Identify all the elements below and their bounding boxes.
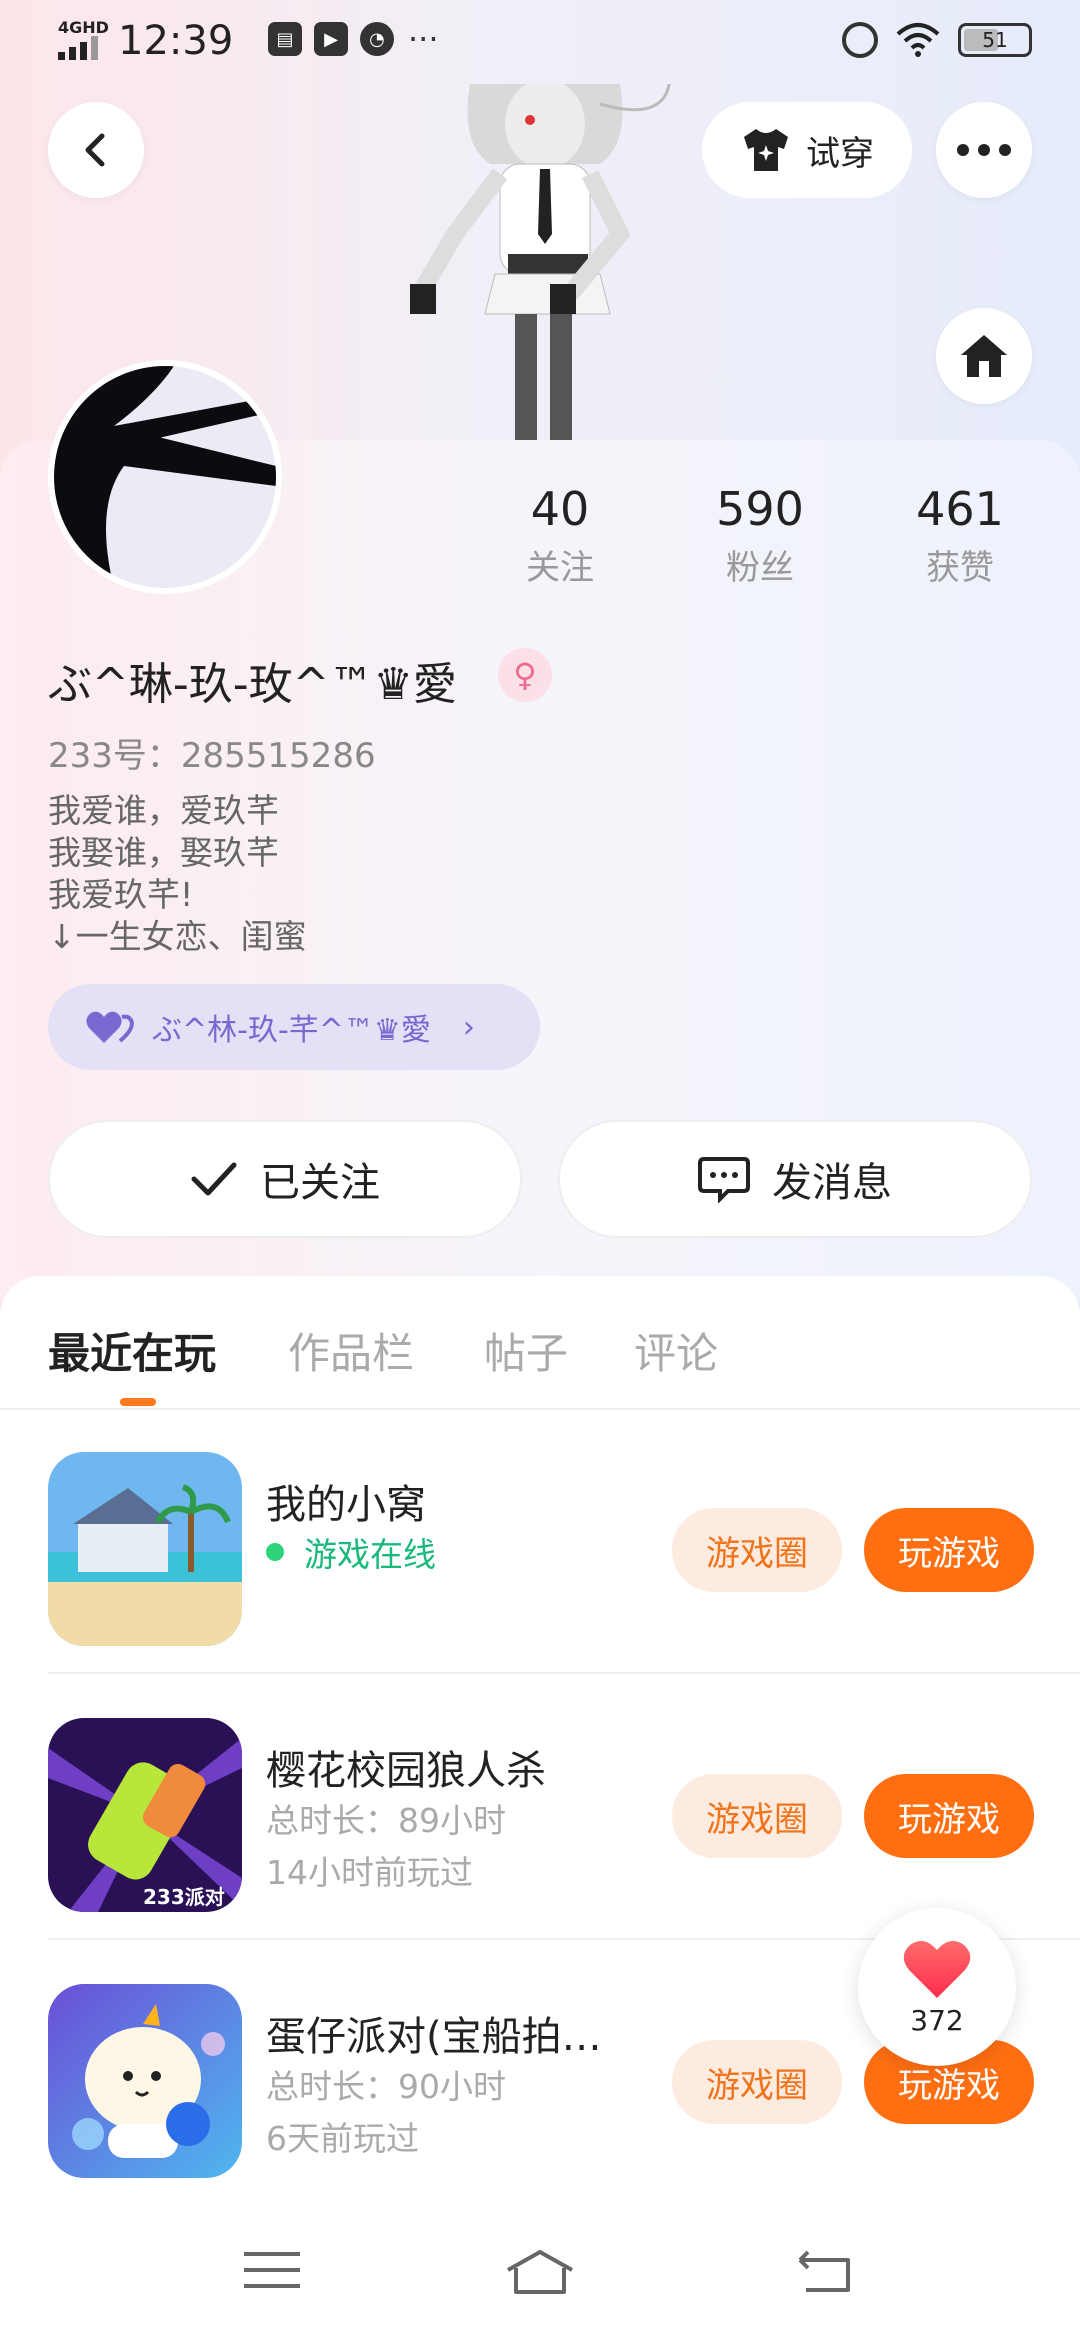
game-icon-my-nest[interactable] — [48, 1452, 242, 1646]
tab-recently-played[interactable]: 最近在玩 — [48, 1320, 216, 1381]
chevron-left-icon — [85, 133, 105, 167]
wifi-icon — [896, 23, 940, 57]
game-name: 樱花校园狼人杀 — [266, 1748, 546, 1794]
game-name: 蛋仔派对(宝船拍… — [266, 2014, 602, 2060]
checkmark-icon — [191, 1162, 237, 1196]
game-total-duration: 总时长：90小时 — [266, 2067, 506, 2106]
battery-icon: 51 — [958, 23, 1032, 57]
tab-posts[interactable]: 帖子 — [484, 1320, 568, 1381]
following-label: 关注 — [526, 548, 594, 588]
send-message-label: 发消息 — [772, 1160, 892, 1206]
game-last-played: 6天前玩过 — [266, 2119, 419, 2158]
game-list-item[interactable]: 233派对 樱花校园狼人杀 总时长：89小时 14小时前玩过 游戏圈 玩游戏 — [48, 1674, 1080, 1940]
active-tab-indicator — [120, 1398, 156, 1406]
followers-stat[interactable]: 590 粉丝 — [680, 482, 840, 589]
likes-stat[interactable]: 461 获赞 — [880, 482, 1040, 589]
play-game-button[interactable]: 玩游戏 — [864, 1508, 1034, 1592]
followed-label: 已关注 — [260, 1160, 380, 1206]
game-circle-button[interactable]: 游戏圈 — [672, 1508, 842, 1592]
like-count: 372 — [910, 2003, 964, 2037]
game-name: 我的小窝 — [266, 1482, 426, 1528]
avatar-image — [54, 366, 276, 588]
try-on-label: 试穿 — [806, 133, 874, 174]
more-notifications-icon: ··· — [408, 20, 439, 58]
following-count: 40 — [530, 482, 590, 536]
user-id[interactable]: 233号：285515286 — [48, 728, 376, 777]
game-icon-eggy-party[interactable] — [48, 1984, 242, 2178]
user-bio: 我爱谁，爱玖芊 我娶谁，娶玖芊 我爱玖芊! ↓一生女恋、闺蜜 — [48, 790, 307, 958]
signal-icon — [58, 36, 98, 60]
more-options-button[interactable] — [936, 102, 1032, 198]
tshirt-icon — [744, 129, 788, 171]
try-on-button[interactable]: 试穿 — [702, 102, 912, 198]
following-stat[interactable]: 40 关注 — [480, 482, 640, 589]
profile-stats: 40 关注 590 粉丝 461 获赞 — [480, 482, 1040, 589]
sim-card-icon: ▤ — [268, 22, 302, 56]
online-dot-icon — [266, 1543, 284, 1561]
network-type: 4GHD — [58, 18, 109, 37]
female-gender-icon: ♀ — [498, 648, 552, 702]
game-last-played: 14小时前玩过 — [266, 1853, 473, 1892]
heart-icon — [903, 1940, 971, 1998]
bio-line: ↓一生女恋、闺蜜 — [48, 917, 307, 956]
bio-line: 我爱谁，爱玖芊 — [48, 791, 279, 830]
tab-comments[interactable]: 评论 — [634, 1320, 718, 1381]
followers-count: 590 — [716, 482, 804, 536]
battery-level: 51 — [982, 28, 1008, 52]
online-status-label: 游戏在线 — [304, 1535, 436, 1574]
likes-label: 获赞 — [926, 548, 994, 588]
back-button[interactable] — [48, 102, 144, 198]
menu-icon[interactable] — [244, 2248, 300, 2292]
home-icon — [961, 335, 1007, 377]
status-time: 12:39 — [118, 18, 234, 64]
game-total-duration: 总时长：89小时 — [266, 1801, 506, 1840]
avatar[interactable] — [48, 360, 282, 594]
homepage-button[interactable] — [936, 308, 1032, 404]
send-message-button[interactable]: 发消息 — [558, 1120, 1032, 1238]
bond-label: ぶ^林-玖-芊^™♛愛 — [152, 1013, 431, 1048]
bio-line: 我爱玖芊! — [48, 875, 194, 914]
more-dots-icon — [957, 144, 1011, 156]
status-bar: 4GHD 12:39 ▤ ▶ ◔ ··· 51 — [0, 0, 1080, 84]
user-nickname: ぶ^琳-玖-玫^™♛愛 — [48, 659, 457, 710]
clock-app-icon: ◔ — [360, 22, 394, 56]
chevron-right-icon: › — [462, 1009, 475, 1045]
content-panel: 最近在玩 作品栏 帖子 评论 我的小窝 游戏在线 游戏圈 玩游戏 233派对 樱… — [0, 1276, 1080, 2340]
play-game-button[interactable]: 玩游戏 — [864, 1774, 1034, 1858]
bio-line: 我娶谁，娶玖芊 — [48, 833, 279, 872]
chat-bubble-icon — [698, 1157, 750, 1203]
game-online-status: 游戏在线 — [266, 1528, 436, 1576]
home-nav-icon[interactable] — [504, 2248, 576, 2296]
followed-button[interactable]: 已关注 — [48, 1120, 522, 1238]
like-floating-button[interactable]: 372 — [858, 1908, 1016, 2066]
game-icon-sakura-werewolf[interactable]: 233派对 — [48, 1718, 242, 1912]
back-nav-icon[interactable] — [796, 2248, 852, 2294]
relationship-bond-chip[interactable]: ぶ^林-玖-芊^™♛愛 › — [48, 984, 540, 1070]
system-navigation-bar — [0, 2210, 1080, 2340]
svg-text:233派对: 233派对 — [143, 1885, 225, 1909]
avatar-outfit-figure — [410, 84, 671, 440]
tab-works[interactable]: 作品栏 — [288, 1320, 414, 1381]
video-app-icon: ▶ — [314, 22, 348, 56]
likes-count: 461 — [916, 482, 1004, 536]
game-circle-button[interactable]: 游戏圈 — [672, 2040, 842, 2124]
followers-label: 粉丝 — [726, 548, 794, 588]
profile-tabs: 最近在玩 作品栏 帖子 评论 — [0, 1276, 1080, 1410]
alarm-icon — [842, 22, 878, 58]
double-heart-icon — [86, 1011, 134, 1043]
game-list-item[interactable]: 我的小窝 游戏在线 游戏圈 玩游戏 — [48, 1408, 1080, 1674]
game-circle-button[interactable]: 游戏圈 — [672, 1774, 842, 1858]
